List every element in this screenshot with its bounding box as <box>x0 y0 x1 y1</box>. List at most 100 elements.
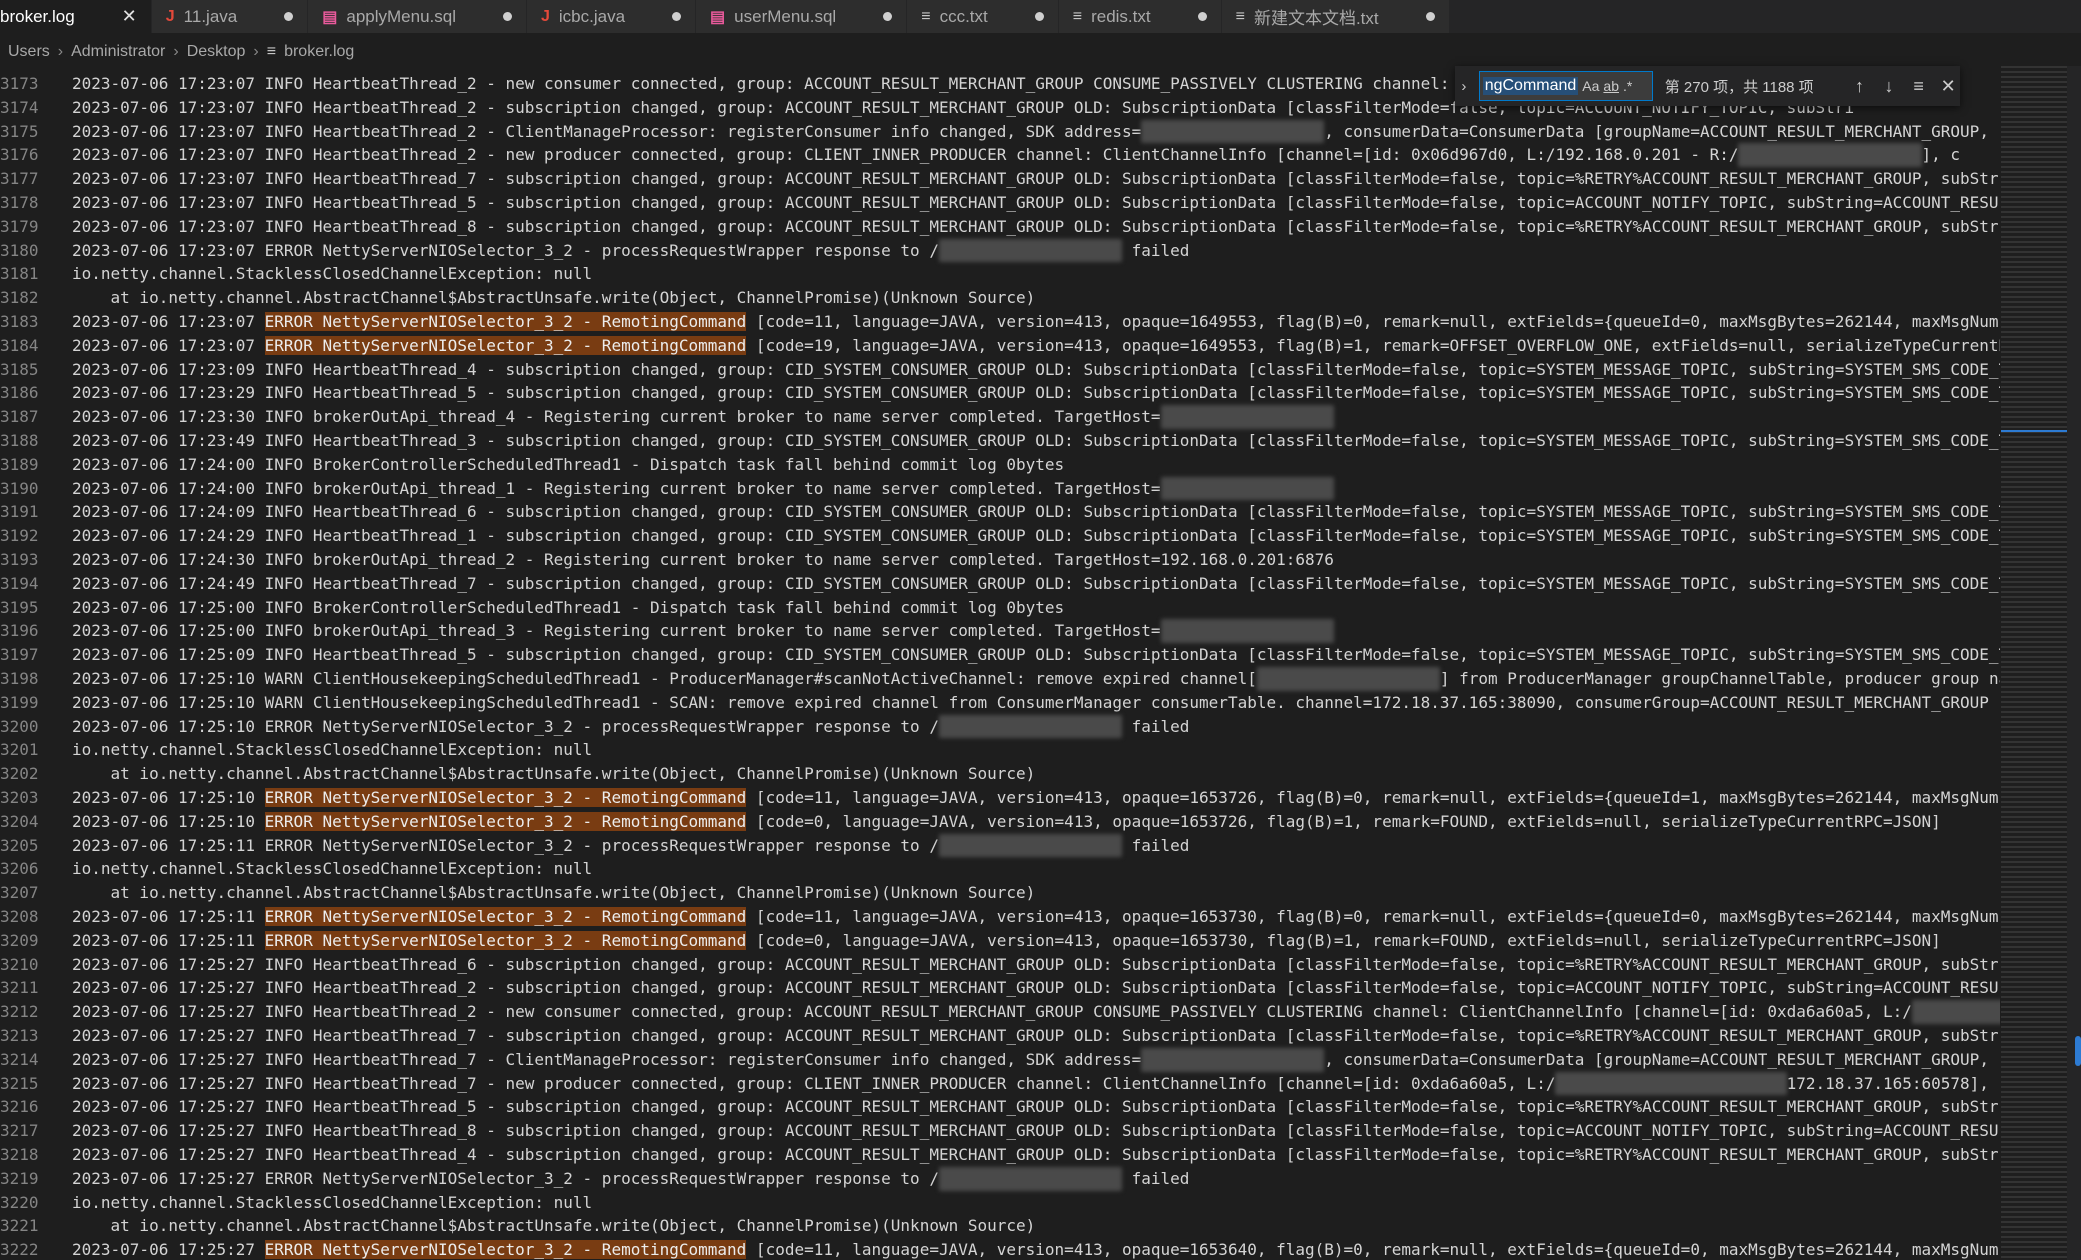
text-segment: 2023-07-06 17:24:49 INFO HeartbeatThread… <box>72 573 2000 593</box>
close-icon[interactable]: ✕ <box>1936 76 1960 97</box>
code-line[interactable]: 3194 2023-07-06 17:24:49 INFO HeartbeatTh… <box>0 572 2000 596</box>
line-number: 3218 <box>0 1145 39 1164</box>
scrollbar-thumb[interactable] <box>2075 1036 2081 1066</box>
vertical-scrollbar[interactable] <box>2067 66 2081 1260</box>
minimap[interactable] <box>2001 66 2067 1260</box>
code-line[interactable]: 3218 2023-07-06 17:25:27 INFO HeartbeatTh… <box>0 1143 2000 1167</box>
code-line[interactable]: 3210 2023-07-06 17:25:27 INFO HeartbeatTh… <box>0 953 2000 977</box>
breadcrumb-item[interactable]: broker.log <box>284 43 354 61</box>
code-line[interactable]: 3197 2023-07-06 17:25:09 INFO HeartbeatTh… <box>0 643 2000 667</box>
find-input[interactable]: ngCommand Aa ab .* <box>1478 71 1653 101</box>
code-line[interactable]: 3208 2023-07-06 17:25:11 ERROR NettyServe… <box>0 905 2000 929</box>
redacted-text: 192.168.0.201:6876 <box>1160 405 1334 429</box>
code-line[interactable]: 3176 2023-07-06 17:23:07 INFO HeartbeatTh… <box>0 143 2000 168</box>
code-line[interactable]: 3220 io.netty.channel.StacklessClosedChan… <box>0 1191 2000 1215</box>
unsaved-dot-icon[interactable] <box>883 12 893 21</box>
tab-bar: broker.log ✕ J 11.java ▤ applyMenu.sql J… <box>0 0 2081 33</box>
tab-icbc-java[interactable]: J icbc.java <box>526 0 697 33</box>
code-line[interactable]: 3188 2023-07-06 17:23:49 INFO HeartbeatTh… <box>0 429 2000 453</box>
code-line[interactable]: 3175 2023-07-06 17:23:07 INFO HeartbeatTh… <box>0 119 2000 144</box>
editor-text-area[interactable]: 3173 2023-07-06 17:23:07 INFO HeartbeatTh… <box>0 66 2000 1260</box>
unsaved-dot-icon[interactable] <box>1197 12 1207 21</box>
unsaved-dot-icon[interactable] <box>1034 12 1044 21</box>
code-line[interactable]: 3182 at io.netty.channel.AbstractChannel… <box>0 286 2000 310</box>
code-line[interactable]: 3192 2023-07-06 17:24:29 INFO HeartbeatTh… <box>0 524 2000 548</box>
code-line[interactable]: 3206 io.netty.channel.StacklessClosedChan… <box>0 857 2000 881</box>
unsaved-dot-icon[interactable] <box>284 12 294 21</box>
match-case-icon[interactable]: Aa <box>1582 78 1599 94</box>
code-line[interactable]: 3207 at io.netty.channel.AbstractChannel… <box>0 881 2000 905</box>
code-line[interactable]: 3186 2023-07-06 17:23:29 INFO HeartbeatTh… <box>0 381 2000 405</box>
text-segment: [code=11, language=JAVA, version=413, op… <box>746 1240 2000 1260</box>
breadcrumb-item[interactable]: Desktop <box>187 43 246 61</box>
code-line[interactable]: 3195 2023-07-06 17:25:00 INFO BrokerContr… <box>0 596 2000 620</box>
code-line[interactable]: 3180 2023-07-06 17:23:07 ERROR NettyServe… <box>0 238 2000 263</box>
code-line[interactable]: 3213 2023-07-06 17:25:27 INFO HeartbeatTh… <box>0 1024 2000 1048</box>
tab-new-text-doc[interactable]: ≡ 新建文本文档.txt <box>1221 0 1450 33</box>
previous-match-icon[interactable]: ↑ <box>1848 76 1872 97</box>
unsaved-dot-icon[interactable] <box>502 12 512 21</box>
unsaved-dot-icon[interactable] <box>672 12 682 21</box>
line-number: 3184 <box>0 335 39 355</box>
code-line[interactable]: 3200 2023-07-06 17:25:10 ERROR NettyServe… <box>0 714 2000 739</box>
line-text: 2023-07-06 17:23:07 INFO HeartbeatThread… <box>72 119 2000 144</box>
code-line[interactable]: 3198 2023-07-06 17:25:10 WARN ClientHouse… <box>0 667 2000 691</box>
close-icon[interactable]: ✕ <box>122 6 137 27</box>
code-line[interactable]: 3212 2023-07-06 17:25:27 INFO HeartbeatTh… <box>0 1000 2000 1024</box>
code-line[interactable]: 3221 at io.netty.channel.AbstractChannel… <box>0 1214 2000 1238</box>
code-line[interactable]: 3201 io.netty.channel.StacklessClosedChan… <box>0 738 2000 762</box>
code-line[interactable]: 3205 2023-07-06 17:25:11 ERROR NettyServe… <box>0 833 2000 858</box>
code-line[interactable]: 3219 2023-07-06 17:25:27 ERROR NettyServe… <box>0 1166 2000 1191</box>
code-line[interactable]: 3191 2023-07-06 17:24:09 INFO HeartbeatTh… <box>0 500 2000 524</box>
code-line[interactable]: 3178 2023-07-06 17:23:07 INFO HeartbeatTh… <box>0 191 2000 215</box>
code-line[interactable]: 3214 2023-07-06 17:25:27 INFO HeartbeatTh… <box>0 1047 2000 1072</box>
code-line[interactable]: 3184 2023-07-06 17:23:07 ERROR NettyServe… <box>0 334 2000 358</box>
code-line[interactable]: 3196 2023-07-06 17:25:00 INFO brokerOutAp… <box>0 619 2000 644</box>
code-line[interactable]: 3217 2023-07-06 17:25:27 INFO HeartbeatTh… <box>0 1119 2000 1143</box>
code-line[interactable]: 3189 2023-07-06 17:24:00 INFO BrokerContr… <box>0 453 2000 477</box>
code-line[interactable]: 3211 2023-07-06 17:25:27 INFO HeartbeatTh… <box>0 976 2000 1000</box>
line-number: 3173 <box>0 74 39 93</box>
tab-ccc-txt[interactable]: ≡ ccc.txt <box>907 0 1059 33</box>
code-line[interactable]: 3187 2023-07-06 17:23:30 INFO brokerOutAp… <box>0 405 2000 429</box>
code-line[interactable]: 3215 2023-07-06 17:25:27 INFO HeartbeatTh… <box>0 1071 2000 1096</box>
tab-broker-log[interactable]: broker.log ✕ <box>0 0 152 33</box>
breadcrumb-item[interactable]: Users <box>8 43 50 61</box>
code-line[interactable]: 3202 at io.netty.channel.AbstractChannel… <box>0 762 2000 786</box>
text-segment: 2023-07-06 17:23:07 INFO HeartbeatThread… <box>72 216 2000 236</box>
line-text: 2023-07-06 17:25:10 ERROR NettyServerNIO… <box>72 714 1189 739</box>
unsaved-dot-icon[interactable] <box>1425 12 1435 21</box>
code-line[interactable]: 3177 2023-07-06 17:23:07 INFO HeartbeatTh… <box>0 167 2000 191</box>
redacted-text: 192.168.0.201:6876 <box>1160 476 1334 501</box>
code-line[interactable]: 3193 2023-07-06 17:24:30 INFO brokerOutAp… <box>0 548 2000 572</box>
next-match-icon[interactable]: ↓ <box>1877 76 1901 97</box>
find-in-selection-icon[interactable]: ≡ <box>1907 76 1931 97</box>
code-line[interactable]: 3209 2023-07-06 17:25:11 ERROR NettyServe… <box>0 929 2000 953</box>
line-number: 3220 <box>0 1192 39 1212</box>
line-text: 2023-07-06 17:25:11 ERROR NettyServerNIO… <box>72 929 1941 953</box>
code-line[interactable]: 3199 2023-07-06 17:25:10 WARN ClientHouse… <box>0 691 2000 715</box>
match-whole-word-icon[interactable]: ab <box>1603 78 1619 94</box>
code-line[interactable]: 3181 io.netty.channel.StacklessClosedChan… <box>0 262 2000 286</box>
breadcrumb-item[interactable]: Administrator <box>71 43 165 61</box>
text-segment: 2023-07-06 17:25:27 INFO HeartbeatThread… <box>72 1121 2000 1141</box>
code-line[interactable]: 3216 2023-07-06 17:25:27 INFO HeartbeatTh… <box>0 1095 2000 1119</box>
code-line[interactable]: 3222 2023-07-06 17:25:27 ERROR NettyServe… <box>0 1238 2000 1260</box>
line-number: 3221 <box>0 1216 39 1236</box>
line-number: 3189 <box>0 454 39 474</box>
code-line[interactable]: 3203 2023-07-06 17:25:10 ERROR NettyServe… <box>0 786 2000 810</box>
code-line[interactable]: 3183 2023-07-06 17:23:07 ERROR NettyServe… <box>0 310 2000 334</box>
tab-applymenu-sql[interactable]: ▤ applyMenu.sql <box>308 0 527 33</box>
code-line[interactable]: 3204 2023-07-06 17:25:10 ERROR NettyServe… <box>0 810 2000 834</box>
tab-redis-txt[interactable]: ≡ redis.txt <box>1058 0 1222 33</box>
tab-usermenu-sql[interactable]: ▤ userMenu.sql <box>696 0 908 33</box>
code-line[interactable]: 3185 2023-07-06 17:23:09 INFO HeartbeatTh… <box>0 358 2000 382</box>
code-line[interactable]: 3190 2023-07-06 17:24:00 INFO brokerOutAp… <box>0 476 2000 501</box>
code-line[interactable]: 3179 2023-07-06 17:23:07 INFO HeartbeatTh… <box>0 215 2000 239</box>
regex-icon[interactable]: .* <box>1623 78 1632 94</box>
text-segment: io.netty.channel.StacklessClosedChannelE… <box>72 264 593 284</box>
chevron-right-icon[interactable]: › <box>1455 78 1473 95</box>
line-text: 2023-07-06 17:25:27 INFO HeartbeatThread… <box>72 1024 2000 1048</box>
line-text: 2023-07-06 17:25:27 INFO HeartbeatThread… <box>72 1143 2000 1167</box>
tab-11-java[interactable]: J 11.java <box>151 0 309 33</box>
